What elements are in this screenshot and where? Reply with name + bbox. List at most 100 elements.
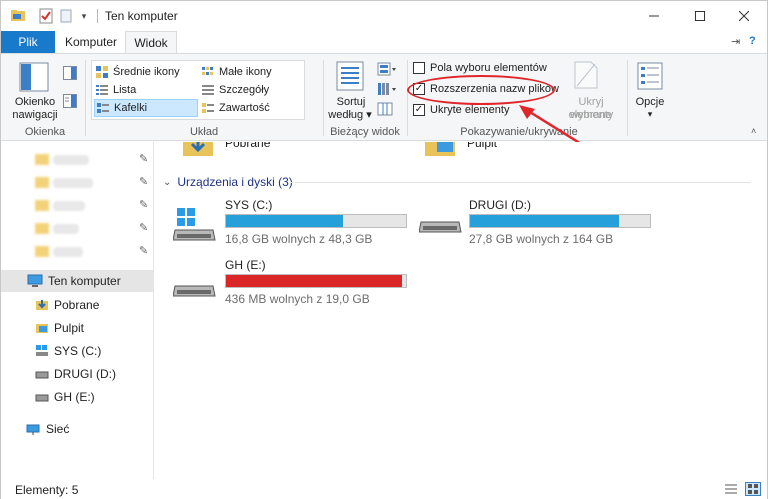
options-dropdown-icon[interactable]: ▾ — [631, 108, 669, 121]
group-label-layout: Układ — [189, 126, 219, 138]
nav-item-drive-e[interactable]: GH (E:) — [1, 386, 153, 408]
layout-details-label: Szczegóły — [219, 84, 270, 96]
item-checkboxes-option[interactable]: Pola wyboru elementów — [413, 62, 547, 74]
sort-by-label-1[interactable]: Sortuj — [329, 96, 373, 109]
tab-view[interactable]: Widok — [125, 31, 177, 53]
nav-item-this-pc-label: Ten komputer — [48, 274, 121, 288]
large-icons-view-toggle-icon[interactable] — [745, 482, 761, 496]
minimize-button[interactable] — [631, 1, 677, 31]
options-icon[interactable] — [637, 62, 663, 93]
navigation-pane-label-1[interactable]: Okienko — [7, 96, 63, 109]
pin-icon[interactable]: ✎ — [139, 198, 148, 211]
nav-item-drive-d-label: DRUGI (D:) — [54, 367, 116, 381]
details-pane-icon[interactable] — [63, 94, 77, 111]
drive-d-name[interactable]: DRUGI (D:) — [469, 198, 531, 212]
system-drive-icon — [35, 344, 49, 358]
group-separator — [85, 60, 86, 136]
nav-item-drive-c[interactable]: SYS (C:) — [1, 340, 153, 362]
collapse-ribbon-icon[interactable]: ˄ — [751, 126, 756, 136]
nav-item-drive-d[interactable]: DRUGI (D:) — [1, 363, 153, 385]
new-folder-icon[interactable] — [59, 7, 73, 25]
drive-d-tile-icon[interactable] — [418, 218, 463, 245]
quick-access-item[interactable] — [53, 178, 93, 188]
quick-access-folder-icon — [35, 200, 49, 211]
pin-icon[interactable]: ✎ — [139, 175, 148, 188]
group-separator — [323, 60, 324, 136]
drive-e-name[interactable]: GH (E:) — [225, 258, 266, 272]
tab-computer[interactable]: Komputer — [59, 31, 123, 53]
desktop-tile-label[interactable]: Pulpit — [467, 142, 497, 150]
quick-access-item[interactable] — [53, 201, 85, 211]
quick-access-folder-icon — [35, 177, 49, 188]
drive-e-tile-icon[interactable] — [172, 282, 217, 309]
layout-medium-icons[interactable]: Średnie ikony — [94, 63, 198, 81]
sort-by-icon[interactable] — [335, 60, 365, 95]
layout-content[interactable]: Zawartość — [200, 99, 302, 117]
hide-selected-icon[interactable] — [573, 60, 599, 93]
tab-file[interactable]: Plik — [1, 31, 55, 53]
help-icon[interactable]: ? — [749, 35, 756, 47]
downloads-tile-label[interactable]: Pobrane — [225, 142, 270, 150]
quick-access-item[interactable] — [53, 224, 79, 234]
item-checkboxes-checkbox[interactable] — [413, 62, 425, 74]
content-icon — [202, 102, 214, 114]
layout-content-label: Zawartość — [219, 102, 270, 114]
sort-by-label-2[interactable]: według ▾ — [327, 109, 373, 122]
drive-c-name[interactable]: SYS (C:) — [225, 198, 272, 212]
preview-pane-icon[interactable] — [63, 66, 77, 83]
collapse-chevron-icon[interactable]: ⌄ — [163, 177, 171, 188]
details-icon — [202, 84, 214, 96]
nav-item-network[interactable]: Sieć — [1, 418, 153, 440]
quick-access-item[interactable] — [53, 155, 89, 165]
system-drive-tile-icon[interactable] — [172, 206, 217, 249]
nav-item-desktop[interactable]: Pulpit — [1, 317, 153, 339]
hidden-items-checkbox[interactable]: ✓ — [413, 104, 425, 116]
pin-icon[interactable]: ✎ — [139, 244, 148, 257]
sort-by-label-2-text: według — [328, 109, 364, 121]
pin-icon[interactable]: ✎ — [139, 152, 148, 165]
nav-item-this-pc[interactable]: Ten komputer — [1, 270, 153, 292]
tiles-icon — [97, 102, 109, 114]
group-separator — [627, 60, 628, 136]
hidden-items-option[interactable]: ✓ Ukryte elementy — [413, 104, 509, 116]
downloads-folder-icon — [35, 298, 49, 312]
customize-toolbar-icon[interactable]: ▾ — [77, 7, 91, 25]
drive-icon — [35, 367, 49, 381]
navigation-pane-label-2[interactable]: nawigacji — [7, 109, 63, 122]
navigation-pane-icon[interactable] — [19, 62, 49, 95]
add-columns-icon[interactable] — [377, 82, 397, 99]
layout-details[interactable]: Szczegóły — [200, 81, 302, 99]
section-devices-drives[interactable]: ⌄ Urządzenia i dyski (3) — [163, 175, 293, 189]
pin-ribbon-icon[interactable]: ⇥ — [731, 35, 740, 48]
layout-tiles[interactable]: Kafelki — [94, 99, 198, 117]
layout-list[interactable]: Lista — [94, 81, 198, 99]
quick-access-folder-icon — [35, 246, 49, 257]
drive-c-usage-bar — [225, 214, 407, 228]
layout-tiles-label: Kafelki — [114, 102, 148, 114]
ribbon: Okienko nawigacji Okienka Średnie ikony … — [1, 53, 767, 141]
layout-list-label: Lista — [113, 84, 137, 96]
drive-e-usage-bar — [225, 274, 407, 288]
layout-small-icons[interactable]: Małe ikony — [200, 63, 302, 81]
drive-d-usage-bar — [469, 214, 651, 228]
details-view-toggle-icon[interactable] — [725, 483, 737, 498]
content-pane: Pobrane Pulpit ⌄ Urządzenia i dyski (3) … — [155, 142, 767, 479]
close-button[interactable] — [721, 1, 767, 31]
window-title: Ten komputer — [105, 9, 178, 23]
group-by-icon[interactable] — [377, 62, 397, 79]
title-bar: ▾ Ten komputer — [1, 1, 767, 31]
properties-icon[interactable] — [37, 7, 55, 25]
network-icon — [25, 422, 41, 436]
drive-d-usage-fill — [470, 215, 620, 227]
size-columns-icon[interactable] — [377, 102, 393, 119]
pin-icon[interactable]: ✎ — [139, 221, 148, 234]
desktop-tile-icon[interactable] — [425, 142, 457, 161]
maximize-button[interactable] — [677, 1, 723, 31]
quick-access-item[interactable] — [53, 247, 83, 257]
downloads-tile-icon[interactable] — [183, 142, 215, 161]
navigation-pane: ✎ ✎ ✎ ✎ ✎ Ten komputer Pobrane Pulpit SY… — [1, 142, 154, 479]
drive-d-free-space: 27,8 GB wolnych z 164 GB — [469, 232, 614, 246]
app-icon[interactable] — [9, 7, 27, 25]
nav-item-downloads[interactable]: Pobrane — [1, 294, 153, 316]
explorer-window: ▾ Ten komputer Plik Komputer Widok ⇥ ? O… — [0, 0, 768, 499]
